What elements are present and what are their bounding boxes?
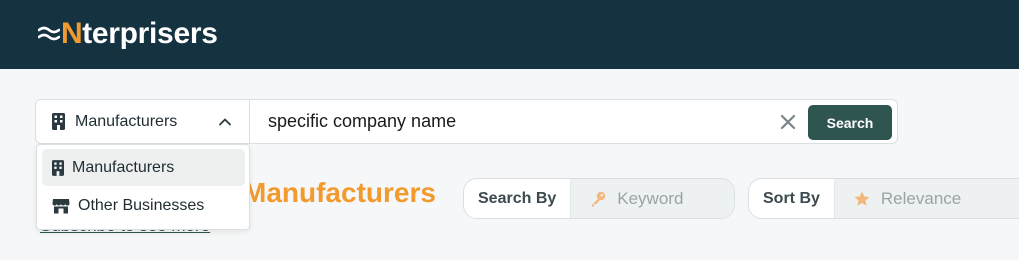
enterprisers-logo[interactable]: N terprisers <box>38 14 218 54</box>
section-title: Manufacturers <box>243 177 436 208</box>
search-by-value: Keyword <box>617 188 684 208</box>
building-icon <box>52 113 65 130</box>
sort-by-control[interactable]: Sort By Relevance <box>748 178 1019 219</box>
search-by-control[interactable]: Search By Keyword <box>463 178 735 219</box>
building-icon <box>52 159 64 176</box>
search-button[interactable]: Search <box>808 105 892 140</box>
chevron-up-icon <box>219 118 231 126</box>
logo-wordmark: terprisers <box>82 17 218 50</box>
sort-by-select[interactable]: Relevance <box>834 179 1019 218</box>
top-header: N terprisers <box>0 0 1019 69</box>
search-query-area: Search <box>250 100 897 143</box>
dropdown-item-label: Other Businesses <box>78 196 205 214</box>
sort-by-label: Sort By <box>749 179 835 218</box>
clear-icon[interactable] <box>779 113 797 131</box>
category-dropdown: Manufacturers Other Businesses <box>36 144 250 230</box>
search-by-select[interactable]: Keyword <box>571 179 734 218</box>
dropdown-item-manufacturers[interactable]: Manufacturers <box>42 149 245 186</box>
dropdown-item-other-businesses[interactable]: Other Businesses <box>42 187 245 224</box>
search-bar: Manufacturers Search <box>35 99 898 144</box>
dropdown-item-label: Manufacturers <box>72 158 175 176</box>
star-icon <box>854 191 870 206</box>
search-by-label: Search By <box>464 179 572 218</box>
category-select[interactable]: Manufacturers <box>36 100 250 143</box>
logo-waves-icon <box>38 26 60 41</box>
store-icon <box>52 198 70 213</box>
logo-letter-n: N <box>61 17 83 50</box>
key-icon <box>591 191 606 207</box>
category-select-label: Manufacturers <box>75 112 178 130</box>
sort-by-value: Relevance <box>880 188 962 208</box>
search-input[interactable] <box>268 111 748 132</box>
